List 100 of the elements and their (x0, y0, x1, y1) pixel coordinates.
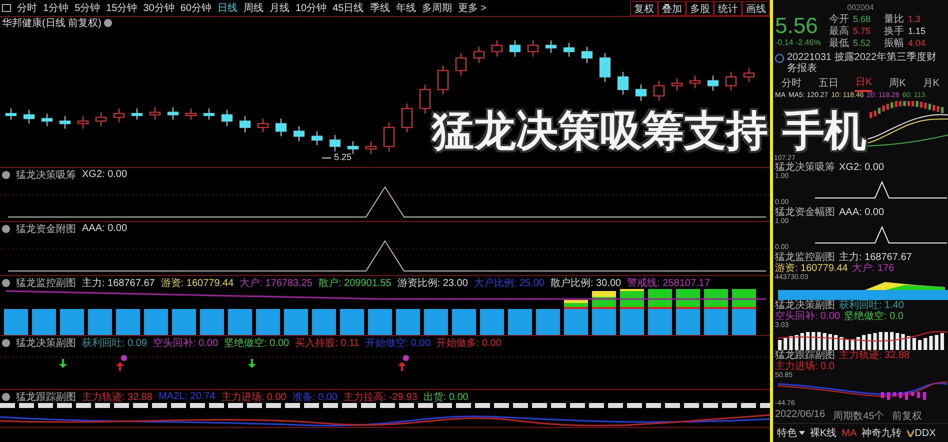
period-tab[interactable]: 多周期 (422, 1, 452, 15)
low-price-label: 5.25 (334, 152, 352, 162)
period-tab[interactable]: 45日线 (332, 1, 364, 15)
period-tab[interactable]: 1分钟 (43, 1, 69, 15)
indicator-value: 大户比例: 25.00 (474, 276, 544, 290)
marker-icon (121, 355, 127, 361)
indicator-name: 猛龙资金幅图 (775, 207, 835, 218)
indicator-value: 获利回吐: 0.09 (82, 336, 148, 350)
down-arrow-icon (59, 359, 67, 368)
collapse-icon[interactable] (2, 278, 10, 286)
lightbulb-icon (775, 54, 784, 63)
v-icon (906, 430, 914, 437)
indicator-value: 主力: 168767.67 (82, 276, 155, 290)
candlestick (402, 102, 412, 133)
candlestick (510, 40, 520, 58)
footer-text: 周期数45个 (833, 410, 884, 424)
candlestick (672, 78, 682, 92)
indicator-name: 猛龙决策吸筹 (16, 168, 76, 182)
period-tab[interactable]: 60分钟 (180, 1, 212, 15)
candlestick (24, 109, 34, 124)
toolbar-button[interactable]: 复权 (630, 0, 658, 16)
period-tab[interactable]: 30分钟 (143, 1, 174, 15)
candlestick (636, 84, 646, 102)
toolbar-button[interactable]: 叠加 (658, 0, 686, 16)
period-tab[interactable]: 年线 (396, 1, 416, 15)
toolbar-button[interactable]: 特色 (777, 426, 797, 440)
indicator-value: 主力进场: 0.00 (221, 390, 286, 404)
candlestick (582, 46, 592, 64)
histogram-drawing (881, 392, 926, 400)
candlestick (546, 40, 556, 54)
period-tab[interactable]: 季线 (370, 1, 390, 15)
quote-label: 今开 (829, 13, 850, 26)
indicator-name: 猛龙跟踪副图 (16, 390, 76, 404)
candlestick (708, 75, 718, 92)
chart-title: 华邦健康(日线 前复权) (2, 16, 102, 30)
quote-value: 5.68 (853, 14, 872, 24)
indicator-value: 开始做空: 0.00 (365, 336, 430, 350)
candlestick (420, 84, 430, 114)
candlestick (528, 40, 538, 58)
toolbar-button[interactable]: 统计 (714, 0, 742, 16)
toolbar-button[interactable]: 画线 (742, 0, 770, 16)
candlestick (78, 116, 88, 130)
period-tab[interactable]: 15分钟 (106, 1, 138, 15)
period-tab[interactable]: 分时 (17, 1, 37, 15)
indicator-value: XG2: 0.00 (839, 162, 884, 174)
down-arrow-icon (248, 359, 256, 368)
period-tab[interactable]: 周线 (244, 1, 264, 15)
toolbar-button[interactable]: MA (842, 428, 857, 439)
indicator-name: 猛龙资金附图 (16, 222, 76, 236)
toolbar-button[interactable]: DDX (914, 428, 936, 439)
collapse-icon[interactable] (2, 338, 10, 346)
indicator-value: 主力进场: 0.0 (775, 361, 834, 372)
indicator-value: 开始做多: 0.00 (436, 336, 502, 350)
candlestick (366, 140, 376, 154)
indicator-value: 散户: 209901.55 (318, 276, 392, 290)
caret-icon[interactable] (799, 431, 805, 436)
toolbar-button[interactable]: 神奇九转 (862, 426, 902, 440)
panel-toggle-icon[interactable] (2, 4, 11, 12)
candlestick (114, 108, 124, 123)
indicator-value: 坚绝做空: 0.0 (844, 311, 904, 322)
period-tab[interactable]: 更多 > (458, 1, 486, 15)
collapse-icon[interactable] (2, 170, 10, 178)
indicator-name: 猛龙决策副图 (775, 300, 835, 312)
period-tab[interactable]: 5分钟 (74, 1, 100, 15)
chart-tab[interactable]: 日K (855, 75, 872, 92)
period-tab[interactable]: 日线 (218, 1, 238, 15)
chart-tab[interactable]: 周K (889, 76, 906, 92)
indicator-name: 猛龙监控副图 (16, 276, 76, 290)
indicator-value: 游资: 160779.44 (775, 263, 848, 274)
candlestick (456, 52, 466, 76)
candlestick (348, 140, 358, 154)
indicator-value: 主力: 168767.67 (839, 252, 912, 264)
candlestick (222, 109, 232, 127)
candlestick (168, 106, 178, 120)
notice-text[interactable]: 20221031 披露2022年第三季度财务报表 (787, 52, 946, 74)
period-tab[interactable]: 10分钟 (296, 1, 327, 15)
candlestick (6, 108, 16, 120)
up-arrow-icon (398, 362, 406, 371)
candlestick (330, 134, 340, 152)
footer-text: 2022/06/16 (775, 409, 826, 422)
collapse-icon[interactable] (2, 224, 10, 232)
indicator-value: 游资: 160779.44 (160, 276, 234, 290)
indicator-value: 获利回吐: 1.40 (839, 300, 904, 312)
candlestick (600, 52, 610, 82)
indicator-value: 坚绝做空: 0.00 (224, 336, 290, 350)
chart-tab[interactable]: 分时 (781, 76, 802, 92)
period-tab[interactable]: 月线 (270, 1, 290, 15)
candlestick (654, 80, 664, 102)
toolbar-button[interactable]: 裸K线 (810, 426, 837, 440)
quote-label: 换手 (884, 24, 905, 38)
candlestick (204, 108, 214, 120)
candlestick (60, 116, 70, 130)
chart-tab[interactable]: 五日 (818, 76, 838, 92)
candlestick (726, 71, 736, 92)
chart-tab[interactable]: 月K (922, 76, 940, 92)
collapse-icon[interactable] (2, 392, 10, 400)
quote-value: 5.52 (853, 38, 872, 48)
dropdown-icon[interactable] (104, 19, 112, 27)
toolbar-button[interactable]: 多股 (686, 0, 714, 16)
indicator-value: XG2: 0.00 (82, 169, 128, 180)
